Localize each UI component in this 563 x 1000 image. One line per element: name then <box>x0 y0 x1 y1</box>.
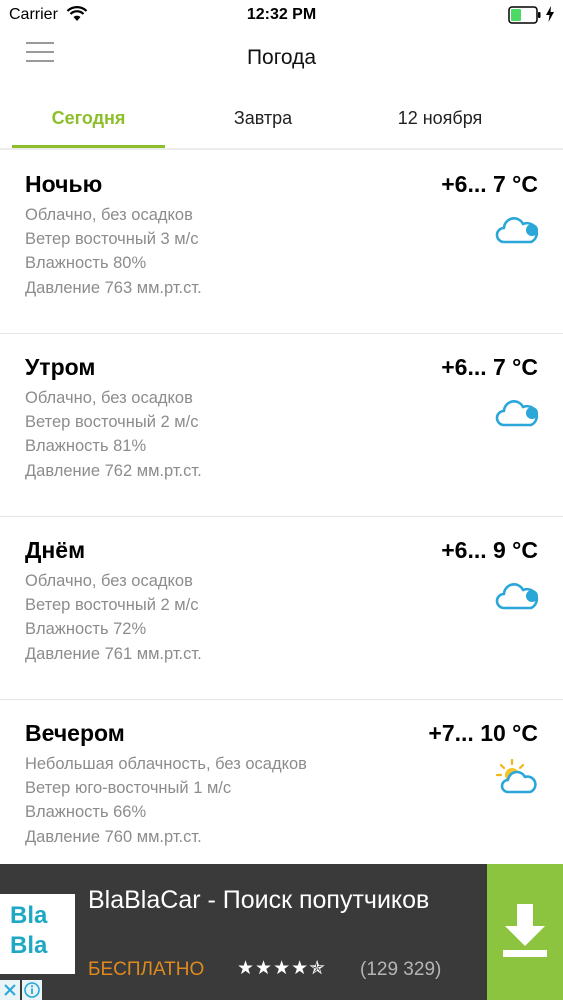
active-tab-indicator <box>12 145 165 148</box>
battery-icon <box>508 6 541 24</box>
star-rating: ★★★★✯ <box>237 958 327 979</box>
tab-today[interactable]: Сегодня <box>12 108 165 129</box>
close-icon <box>4 984 16 996</box>
humidity-text: Влажность 80% <box>25 254 147 272</box>
clock: 12:32 PM <box>246 6 317 23</box>
ad-banner[interactable]: Bla Bla BlaBlaCar - Поиск попутчиков БЕС… <box>0 864 563 1000</box>
review-count: (129 329) <box>360 959 442 980</box>
temperature-range: +6... 7 °C <box>441 171 538 197</box>
tab-bar: Сегодня Завтра 12 ноября <box>0 90 563 150</box>
pressure-text: Давление 761 мм.рт.ст. <box>25 645 202 663</box>
temperature-range: +6... 9 °C <box>441 537 538 563</box>
forecast-row-day: Днём +6... 9 °C Облачно, без осадков Вет… <box>0 517 563 700</box>
pressure-text: Давление 763 мм.рт.ст. <box>25 279 202 297</box>
cloud-icon <box>495 400 539 427</box>
wind-text: Ветер восточный 2 м/с <box>25 413 199 431</box>
tab-nov-12[interactable]: 12 ноября <box>360 108 520 129</box>
ad-info-button[interactable] <box>22 980 42 1000</box>
ad-title[interactable]: BlaBlaCar - Поиск попутчиков <box>88 882 478 919</box>
blablacar-logo[interactable]: Bla Bla <box>0 894 75 974</box>
download-button[interactable] <box>487 864 563 1000</box>
humidity-text: Влажность 81% <box>25 437 147 455</box>
pressure-text: Давление 760 мм.рт.ст. <box>25 828 202 846</box>
period-label: Ночью <box>25 171 103 197</box>
period-label: Вечером <box>25 720 125 746</box>
humidity-text: Влажность 72% <box>25 620 147 638</box>
page-title: Погода <box>246 46 317 69</box>
forecast-list: Ночью +6... 7 °C Облачно, без осадков Ве… <box>0 151 563 883</box>
humidity-text: Влажность 66% <box>25 803 147 821</box>
temperature-range: +6... 7 °C <box>441 354 538 380</box>
download-arrow-icon <box>503 904 547 957</box>
logo-text-bottom: Bla <box>10 932 48 959</box>
ad-close-button[interactable] <box>0 980 20 1000</box>
condition-text: Облачно, без осадков <box>25 389 193 407</box>
period-label: Днём <box>25 537 86 563</box>
sun-cloud-icon <box>495 758 537 794</box>
cloud-icon <box>495 583 539 610</box>
forecast-row-morning: Утром +6... 7 °C Облачно, без осадков Ве… <box>0 334 563 517</box>
condition-text: Облачно, без осадков <box>25 206 193 224</box>
temperature-range: +7... 10 °C <box>428 720 538 746</box>
cloud-icon <box>495 217 539 244</box>
ad-price: БЕСПЛАТНО <box>88 959 205 980</box>
forecast-row-night: Ночью +6... 7 °C Облачно, без осадков Ве… <box>0 151 563 334</box>
condition-text: Облачно, без осадков <box>25 572 193 590</box>
forecast-row-evening: Вечером +7... 10 °C Небольшая облачность… <box>0 700 563 883</box>
wind-text: Ветер восточный 2 м/с <box>25 596 199 614</box>
period-label: Утром <box>25 354 96 380</box>
pressure-text: Давление 762 мм.рт.ст. <box>25 462 202 480</box>
wind-text: Ветер восточный 3 м/с <box>25 230 199 248</box>
wind-text: Ветер юго-восточный 1 м/с <box>25 779 232 797</box>
tab-tomorrow[interactable]: Завтра <box>188 108 338 129</box>
logo-text-top: Bla <box>10 902 48 929</box>
charging-bolt-icon <box>546 6 554 22</box>
nav-bar: Погода <box>0 30 563 90</box>
condition-text: Небольшая облачность, без осадков <box>25 755 307 773</box>
info-icon <box>24 982 40 998</box>
status-bar: Carrier 12:32 PM <box>0 0 563 30</box>
